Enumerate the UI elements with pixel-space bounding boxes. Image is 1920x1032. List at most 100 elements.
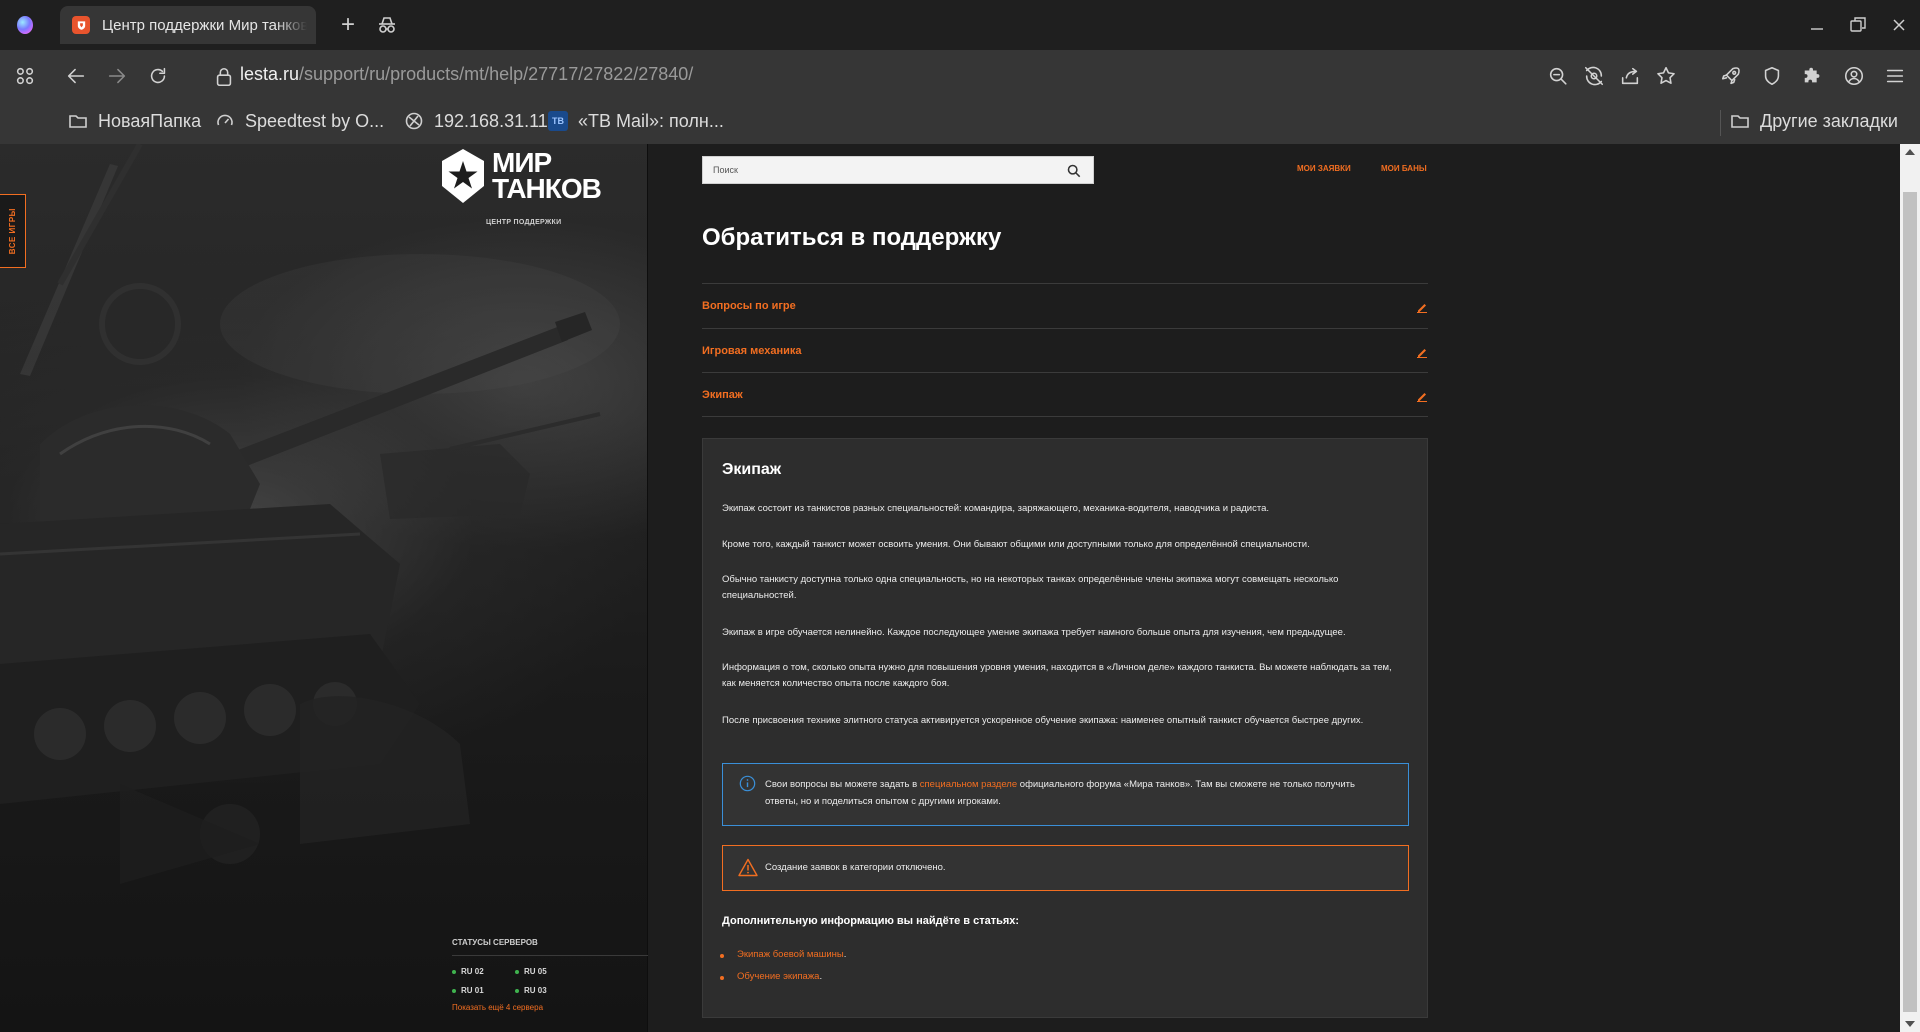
show-more-servers-link[interactable]: Показать ещё 4 сервера (452, 1003, 543, 1012)
browser-tab-active[interactable]: Центр поддержки Мир танков (60, 6, 316, 44)
lesta-favicon-icon (72, 16, 90, 34)
bookmark-speedtest[interactable]: Speedtest by O... (215, 108, 384, 134)
article-paragraph: Экипаж состоит из танкистов разных специ… (722, 503, 1269, 514)
related-article-label: Обучение экипажа (737, 971, 820, 982)
incognito-icon[interactable] (375, 13, 399, 37)
status-online-dot (515, 988, 519, 993)
bookmark-star-icon[interactable] (1653, 63, 1679, 89)
browser-logo-icon[interactable] (17, 16, 33, 34)
related-article-link[interactable]: Экипаж боевой машины. (719, 949, 847, 960)
scrollbar-thumb[interactable] (1903, 192, 1917, 1012)
bookmark-label: «ТВ Mail»: полн... (578, 110, 724, 131)
menu-hamburger-icon[interactable] (1882, 63, 1908, 89)
article-paragraph: Экипаж в игре обучается нелинейно. Каждо… (722, 627, 1346, 638)
server-status-title: СТАТУСЫ СЕРВЕРОВ (452, 938, 538, 947)
status-online-dot (452, 988, 456, 993)
server-status-item: RU 01 (452, 986, 484, 995)
folder-icon (69, 115, 87, 128)
shield-icon[interactable] (1759, 63, 1785, 89)
url-path: /support/ru/products/mt/help/27717/27822… (299, 64, 694, 84)
reload-icon[interactable] (145, 63, 171, 89)
server-name: RU 03 (524, 986, 547, 995)
close-window-button[interactable] (1884, 10, 1914, 40)
speedtest-icon (217, 114, 233, 126)
info-notice: Свои вопросы вы можете задать в специаль… (722, 763, 1409, 826)
related-articles-title: Дополнительную информацию вы найдёте в с… (722, 915, 1020, 927)
category-row-crew[interactable]: Экипаж (702, 372, 1428, 417)
back-arrow-icon[interactable] (63, 63, 89, 89)
zoom-out-icon[interactable] (1545, 63, 1571, 89)
edit-pencil-icon[interactable] (1416, 301, 1428, 313)
bookmarks-divider (1720, 110, 1721, 136)
bookmark-folder-novayapapka[interactable]: НоваяПапка (68, 108, 201, 134)
search-input[interactable]: Поиск (702, 156, 1094, 184)
warning-notice-text: Создание заявок в категории отключено. (765, 862, 946, 873)
forward-arrow-icon[interactable] (104, 63, 130, 89)
minimize-button[interactable] (1802, 10, 1832, 40)
my-bans-link[interactable]: МОИ БАНЫ (1381, 164, 1427, 173)
restore-button[interactable] (1843, 10, 1873, 40)
info-text-start: Свои вопросы вы можете задать в (765, 779, 920, 790)
folder-icon (1731, 115, 1749, 128)
search-icon[interactable] (1067, 164, 1081, 178)
bookmark-router[interactable]: 192.168.31.11 (404, 108, 548, 134)
warning-notice: Создание заявок в категории отключено. (722, 845, 1409, 891)
category-row-game-questions[interactable]: Вопросы по игре (702, 283, 1428, 328)
address-bar[interactable]: lesta.ru/support/ru/products/mt/help/277… (240, 64, 693, 85)
category-label: Экипаж (702, 389, 743, 401)
edit-pencil-icon[interactable] (1416, 390, 1428, 402)
info-icon (739, 775, 756, 792)
tracking-protection-icon[interactable] (1581, 63, 1607, 89)
bookmark-label: Speedtest by O... (245, 110, 385, 131)
router-icon (405, 112, 423, 130)
related-article-label: Экипаж боевой машины (737, 949, 844, 960)
rocket-icon[interactable] (1718, 63, 1744, 89)
share-icon[interactable] (1617, 63, 1643, 89)
forum-section-link[interactable]: специальном разделе (920, 779, 1017, 790)
server-status-item: RU 05 (515, 967, 547, 976)
bookmark-tv-mail[interactable]: ТВ «ТВ Mail»: полн... (548, 108, 724, 134)
warning-triangle-icon (738, 858, 758, 877)
article-heading: Экипаж (722, 461, 782, 478)
server-status-item: RU 02 (452, 967, 484, 976)
list-period: . (843, 949, 847, 960)
other-bookmarks-label: Другие закладки (1760, 110, 1898, 131)
list-period: . (819, 971, 823, 982)
profile-account-icon[interactable] (1841, 63, 1867, 89)
category-list-divider (702, 416, 1428, 417)
page-viewport: ВСЕ ИГРЫ МИР ТАНКОВ ЦЕНТР ПОДДЕРЖКИ СТАТ… (0, 144, 1900, 1032)
page-title: Обратиться в поддержку (702, 224, 1002, 251)
new-tab-button[interactable]: + (335, 11, 361, 38)
article-paragraph: Информация о том, сколько опыта нужно дл… (722, 662, 1392, 689)
extensions-puzzle-icon[interactable] (1800, 63, 1826, 89)
apps-grid-icon[interactable] (12, 63, 38, 89)
scroll-down-arrow-icon[interactable] (1905, 1021, 1915, 1027)
server-status-divider (452, 955, 648, 956)
article-card: Экипаж Экипаж состоит из танкистов разны… (702, 438, 1428, 1018)
support-center-subtitle: ЦЕНТР ПОДДЕРЖКИ (486, 219, 562, 226)
article-paragraph: Кроме того, каждый танкист может освоить… (722, 539, 1310, 550)
mir-tankov-logo[interactable]: МИР ТАНКОВ (440, 148, 602, 204)
logo-line-2: ТАНКОВ (492, 173, 602, 204)
related-article-link[interactable]: Обучение экипажа. (719, 971, 823, 982)
tank-artwork-image (0, 144, 620, 884)
search-placeholder: Поиск (713, 165, 738, 175)
category-row-game-mechanics[interactable]: Игровая механика (702, 328, 1428, 373)
all-games-tab[interactable]: ВСЕ ИГРЫ (0, 194, 26, 268)
category-label: Вопросы по игре (702, 300, 796, 312)
info-notice-text: Свои вопросы вы можете задать в специаль… (765, 776, 1385, 810)
other-bookmarks[interactable]: Другие закладки (1730, 108, 1898, 134)
scroll-up-arrow-icon[interactable] (1905, 149, 1915, 155)
server-status-item: RU 03 (515, 986, 547, 995)
status-online-dot (452, 969, 456, 974)
page-scrollbar[interactable] (1900, 144, 1920, 1032)
my-requests-link[interactable]: МОИ ЗАЯВКИ (1297, 164, 1351, 173)
article-paragraph: Обычно танкисту доступна только одна спе… (722, 574, 1339, 601)
bookmark-label: НоваяПапка (98, 110, 202, 131)
lock-icon[interactable] (211, 64, 237, 90)
status-online-dot (515, 969, 519, 974)
edit-pencil-icon[interactable] (1416, 346, 1428, 358)
article-paragraph: После присвоения технике элитного статус… (722, 715, 1364, 726)
left-art-panel: ВСЕ ИГРЫ МИР ТАНКОВ ЦЕНТР ПОДДЕРЖКИ СТАТ… (0, 144, 648, 1032)
all-games-label: ВСЕ ИГРЫ (8, 207, 17, 255)
